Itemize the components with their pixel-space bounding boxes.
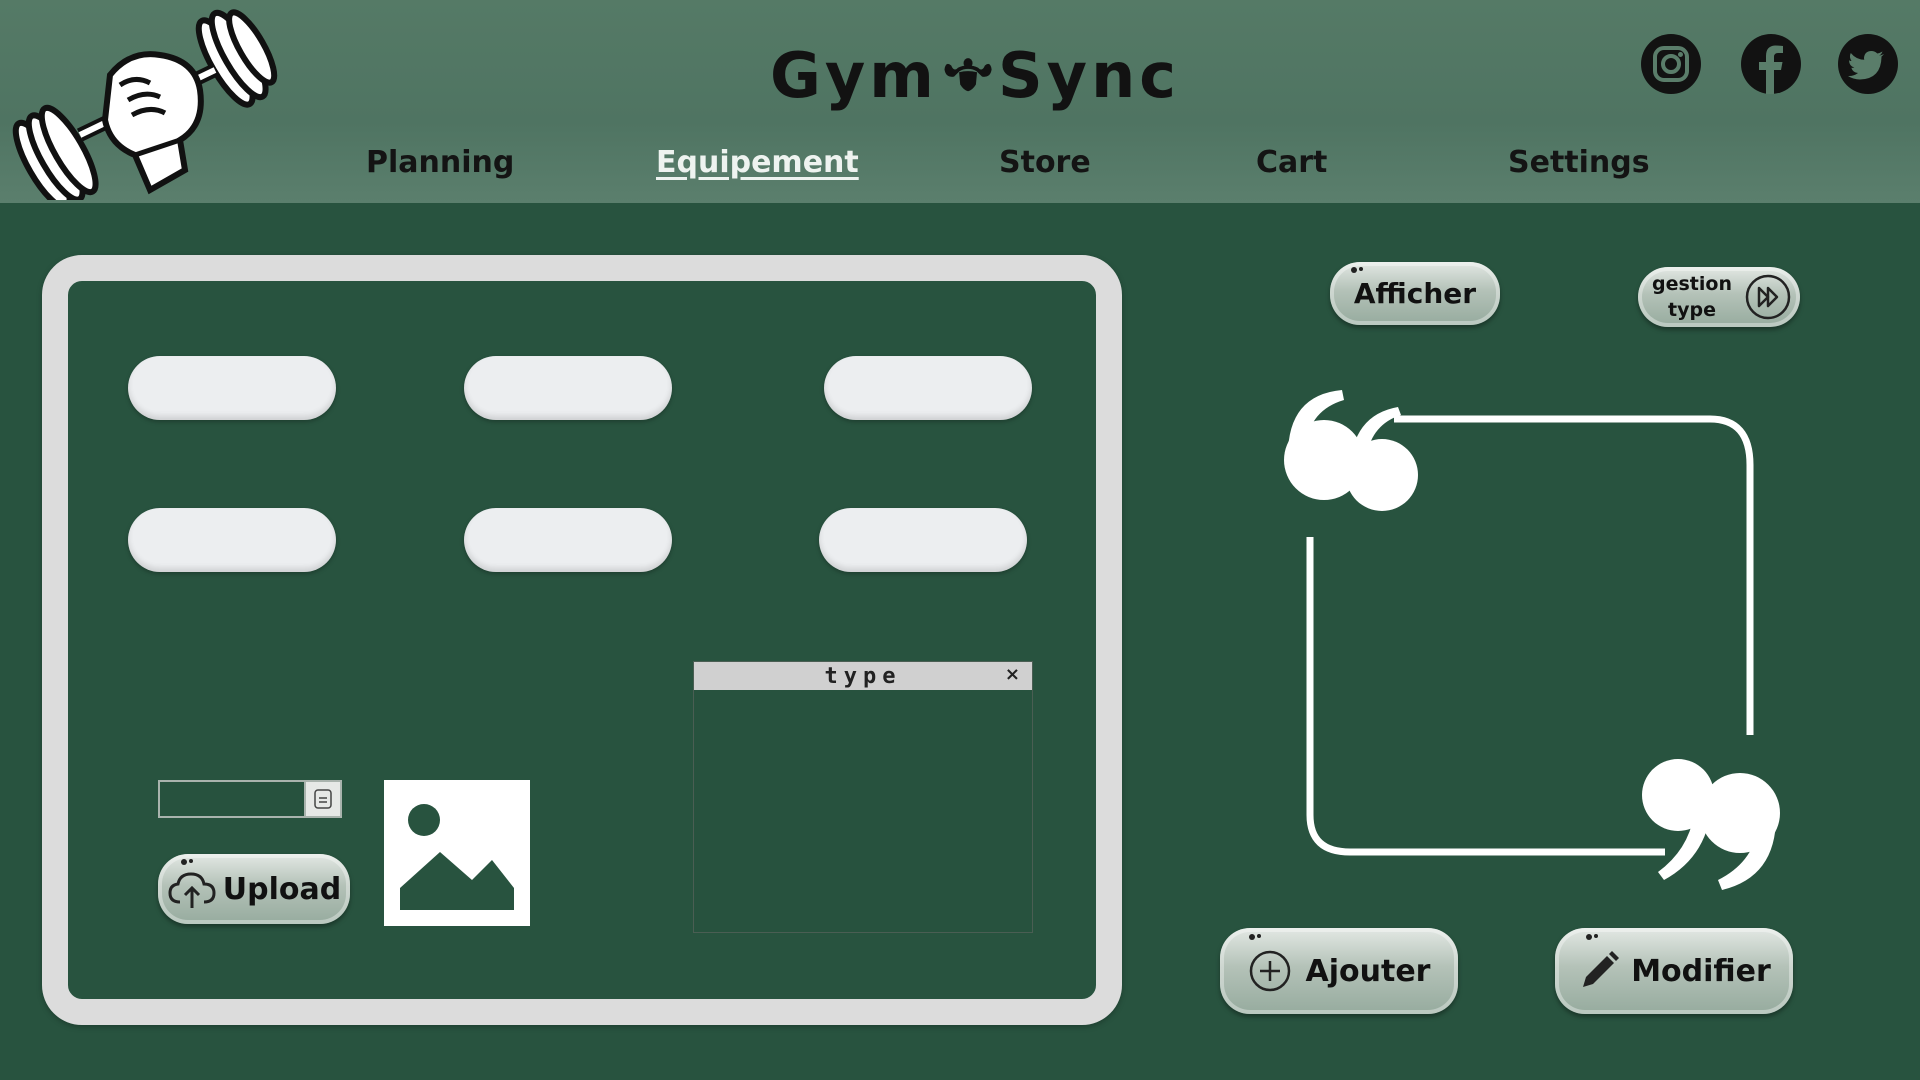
file-browse-icon [314,789,332,809]
afficher-label: Afficher [1353,277,1477,310]
twitter-icon[interactable] [1837,33,1899,95]
brand-logo[interactable]: Gym Sync [770,30,1180,120]
upload-button[interactable]: Upload [158,854,350,924]
gestion-type-button[interactable]: gestion type [1638,267,1800,327]
brand-name-right: Sync [998,38,1180,112]
nav-store[interactable]: Store [999,145,1091,180]
nav-equipement[interactable]: Equipement [656,145,859,180]
button-dots-icon [1351,267,1363,273]
pencil-icon [1583,951,1620,987]
nav-settings[interactable]: Settings [1508,145,1650,180]
equipment-field-2[interactable] [464,356,672,420]
equipment-field-3[interactable] [824,356,1032,420]
button-dots-icon [1249,934,1261,940]
image-placeholder-icon [384,780,530,926]
type-panel[interactable]: type × [693,661,1033,933]
equipment-field-5[interactable] [464,508,672,572]
gestion-type-label: gestion type [1652,271,1732,323]
gestion-type-label-line2: type [1668,299,1716,321]
button-dots-icon [1586,934,1598,940]
equipment-field-6[interactable] [819,508,1027,572]
fast-forward-icon [1745,274,1791,320]
afficher-button[interactable]: Afficher [1330,262,1500,325]
close-quote-icon [1642,759,1780,890]
file-path-field[interactable] [158,780,342,818]
facebook-icon[interactable] [1740,33,1802,95]
dumbbell-logo-icon[interactable] [10,5,280,200]
add-circle-icon [1249,950,1290,992]
equipment-field-1[interactable] [128,356,336,420]
equipment-field-4[interactable] [128,508,336,572]
instagram-icon[interactable] [1640,33,1702,95]
type-panel-titlebar: type × [694,662,1032,690]
open-quote-icon [1284,390,1418,511]
nav-planning[interactable]: Planning [366,145,514,180]
quote-display-box [1284,390,1780,890]
modifier-label: Modifier [1631,953,1771,989]
button-dots-icon [181,859,193,865]
gestion-type-label-line1: gestion [1652,273,1732,295]
bodybuilder-icon [944,58,992,92]
nav-cart[interactable]: Cart [1256,145,1327,180]
header-bar: Gym Sync Planning Equipement Store Cart … [0,0,1920,203]
ajouter-label: Ajouter [1305,953,1431,989]
type-panel-close-button[interactable]: × [1005,664,1020,685]
brand-name-left: Gym [770,38,938,112]
file-browse-button[interactable] [304,782,340,816]
ajouter-button[interactable]: Ajouter [1220,928,1458,1014]
image-preview[interactable] [384,780,530,926]
upload-label: Upload [222,871,342,907]
cloud-upload-icon [168,872,216,908]
modifier-button[interactable]: Modifier [1555,928,1793,1014]
type-panel-title: type [824,663,902,689]
